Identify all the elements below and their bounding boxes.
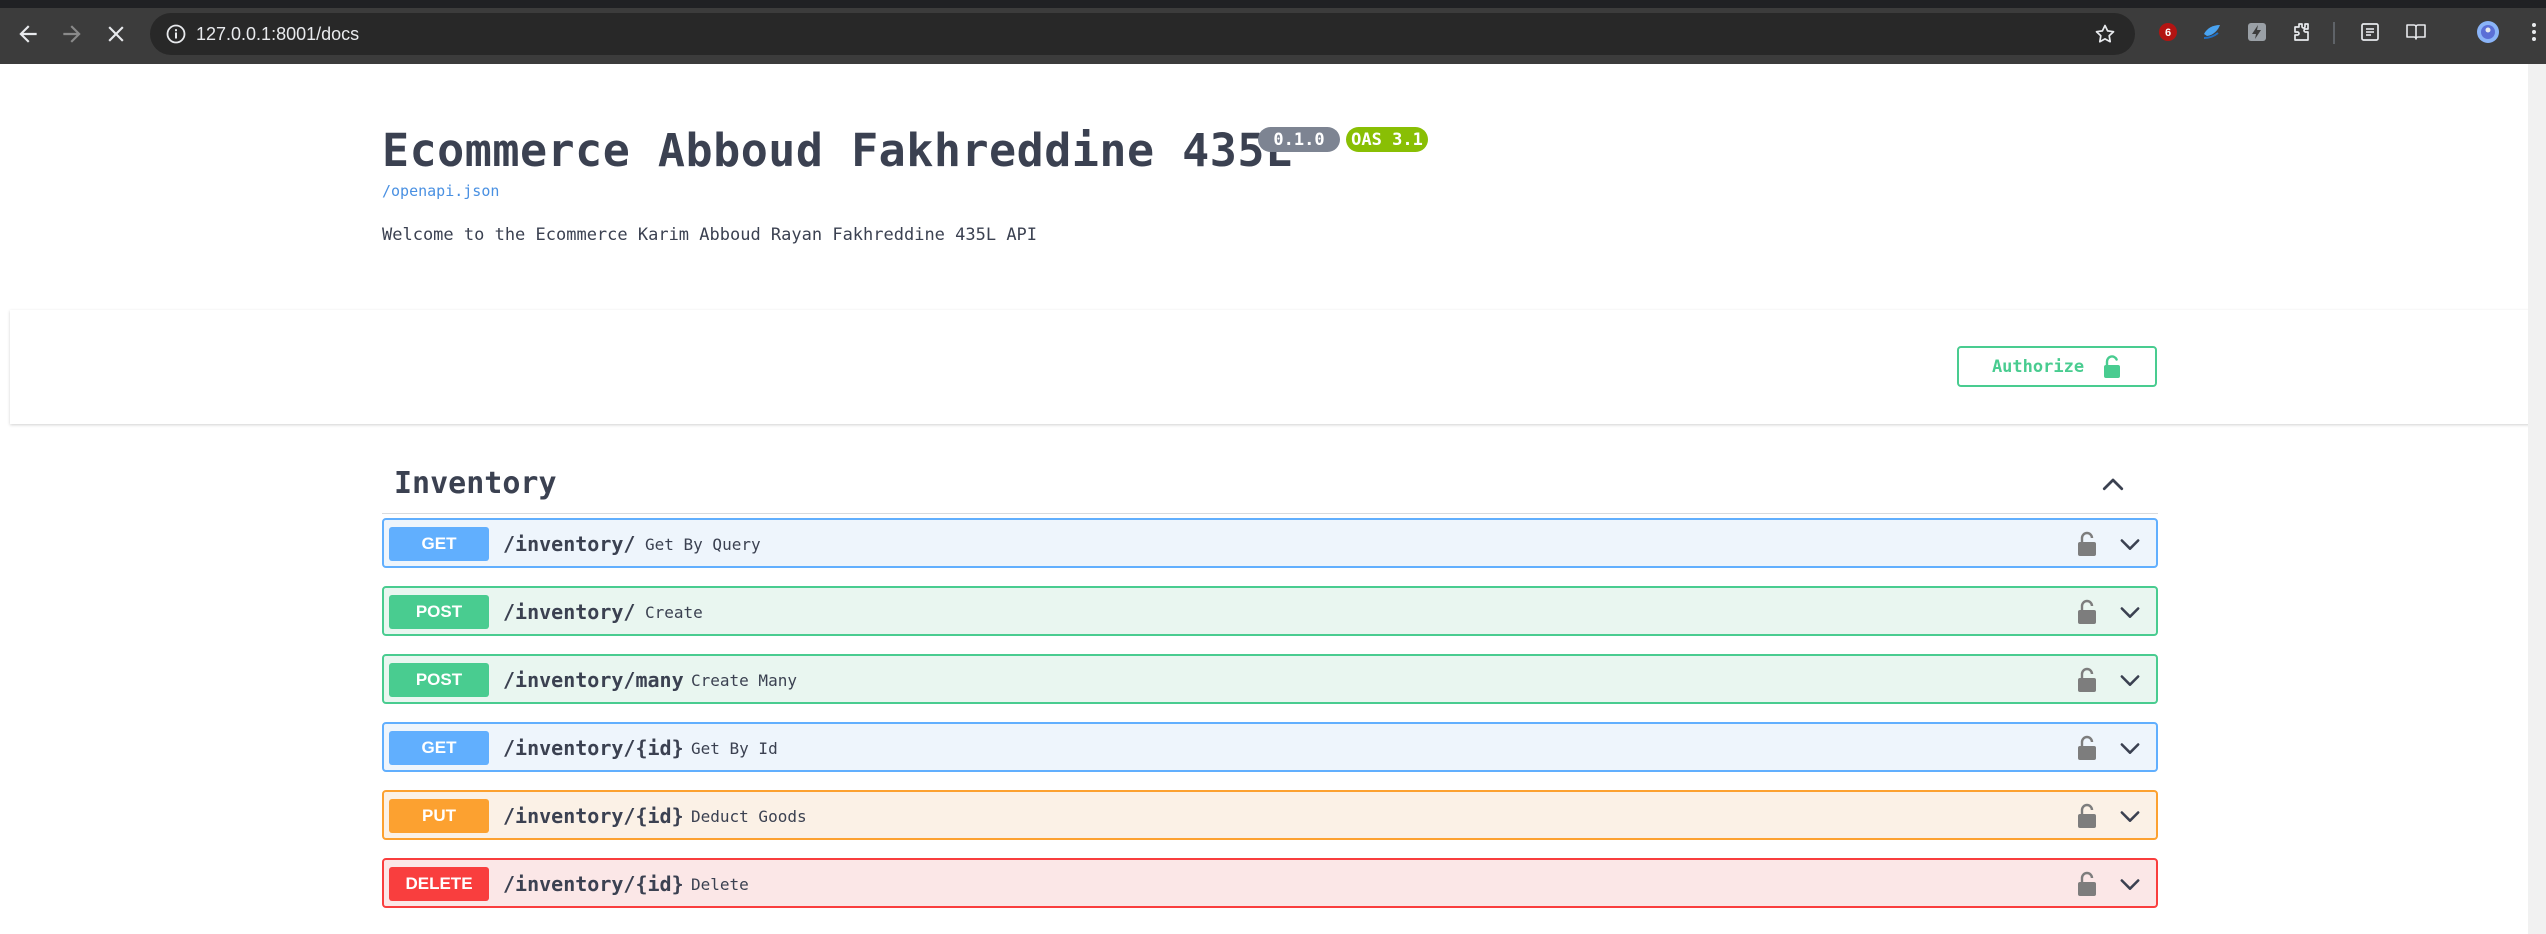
- lock-icon[interactable]: [2076, 734, 2098, 762]
- operation-summary: Deduct Goods: [691, 807, 807, 826]
- version-badge: 0.1.0: [1258, 127, 1340, 152]
- operation-summary: Get By Id: [691, 739, 778, 758]
- openapi-json-link[interactable]: /openapi.json: [382, 182, 499, 200]
- method-badge: PUT: [389, 799, 489, 833]
- unlocked-icon: [2104, 354, 2121, 378]
- extensions-puzzle-icon[interactable]: [2290, 20, 2314, 44]
- method-badge: GET: [389, 527, 489, 561]
- tab-strip: [0, 0, 2546, 8]
- chevron-down-icon[interactable]: [2116, 666, 2144, 694]
- page-scrollbar[interactable]: [2528, 64, 2546, 934]
- scheme-container: [10, 310, 2536, 424]
- chevron-down-icon[interactable]: [2116, 802, 2144, 830]
- operation-path: /inventory/: [503, 600, 636, 624]
- back-button[interactable]: [12, 18, 44, 50]
- operation-path: /inventory/: [503, 532, 636, 556]
- tag-header-inventory[interactable]: Inventory: [382, 456, 2158, 514]
- operation-put-inventory-by-id[interactable]: PUT /inventory/{id} Deduct Goods: [382, 790, 2158, 840]
- chevron-up-icon[interactable]: [2098, 470, 2128, 500]
- lock-icon[interactable]: [2076, 530, 2098, 558]
- operation-get-inventory-by-id[interactable]: GET /inventory/{id} Get By Id: [382, 722, 2158, 772]
- toolbar-divider: [2333, 22, 2335, 44]
- operation-path: /inventory/{id}: [503, 736, 684, 760]
- operation-path: /inventory/{id}: [503, 804, 684, 828]
- forward-button[interactable]: [56, 18, 88, 50]
- lock-icon[interactable]: [2076, 666, 2098, 694]
- extension-bolt-icon[interactable]: [2245, 20, 2269, 44]
- lock-icon[interactable]: [2076, 802, 2098, 830]
- extension-badge-count: 6: [2165, 27, 2171, 39]
- operation-summary: Create Many: [691, 671, 797, 690]
- method-badge: POST: [389, 595, 489, 629]
- bookmark-star-icon[interactable]: [2093, 22, 2117, 46]
- chevron-down-icon[interactable]: [2116, 598, 2144, 626]
- chevron-down-icon[interactable]: [2116, 870, 2144, 898]
- lock-icon[interactable]: [2076, 598, 2098, 626]
- operation-summary: Delete: [691, 875, 749, 894]
- method-badge: POST: [389, 663, 489, 697]
- api-title: Ecommerce Abboud Fakhreddine 435L: [382, 124, 1293, 177]
- operation-summary: Create: [645, 603, 703, 622]
- tag-title: Inventory: [394, 466, 557, 501]
- operation-post-inventory[interactable]: POST /inventory/ Create: [382, 586, 2158, 636]
- info-icon[interactable]: [164, 22, 188, 46]
- operation-path: /inventory/{id}: [503, 872, 684, 896]
- chevron-down-icon[interactable]: [2116, 734, 2144, 762]
- menu-kebab-icon[interactable]: [2522, 20, 2546, 44]
- chevron-down-icon[interactable]: [2116, 530, 2144, 558]
- reading-list-icon[interactable]: [2358, 20, 2382, 44]
- browser-toolbar: 127.0.0.1:8001/docs 6: [0, 0, 2546, 64]
- extension-blue-icon[interactable]: [2200, 20, 2224, 44]
- url-text[interactable]: 127.0.0.1:8001/docs: [196, 24, 359, 45]
- api-description: Welcome to the Ecommerce Karim Abboud Ra…: [382, 225, 1038, 245]
- arrow-right-icon: [63, 25, 81, 43]
- authorize-button[interactable]: Authorize: [1957, 346, 2157, 387]
- method-badge: GET: [389, 731, 489, 765]
- authorize-label: Authorize: [1991, 356, 2085, 377]
- arrow-left-icon: [19, 25, 37, 43]
- operation-summary: Get By Query: [645, 535, 761, 554]
- lock-icon[interactable]: [2076, 870, 2098, 898]
- operation-path: /inventory/many: [503, 668, 684, 692]
- extension-badge-icon[interactable]: 6: [2156, 20, 2180, 44]
- close-icon: [108, 26, 124, 42]
- stop-loading-button[interactable]: [100, 18, 132, 50]
- address-bar[interactable]: 127.0.0.1:8001/docs: [150, 13, 2135, 55]
- oas-badge: OAS 3.1: [1346, 127, 1428, 152]
- method-badge: DELETE: [389, 867, 489, 901]
- operation-get-inventory[interactable]: GET /inventory/ Get By Query: [382, 518, 2158, 568]
- reading-mode-icon[interactable]: [2404, 20, 2428, 44]
- operation-post-inventory-many[interactable]: POST /inventory/many Create Many: [382, 654, 2158, 704]
- operation-delete-inventory-by-id[interactable]: DELETE /inventory/{id} Delete: [382, 858, 2158, 908]
- profile-avatar[interactable]: [2476, 20, 2500, 44]
